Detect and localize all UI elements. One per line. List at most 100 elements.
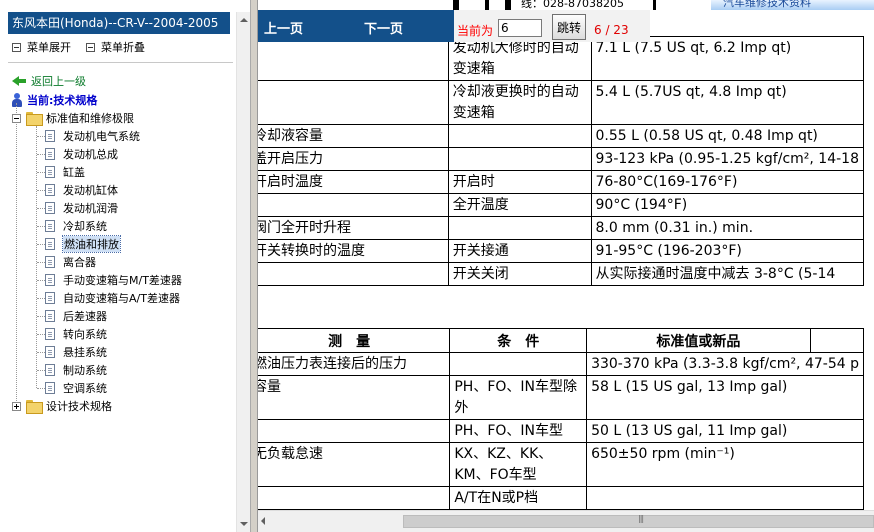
collapse-all-button[interactable]: 菜单折叠	[86, 39, 145, 55]
table-row: 无负载怠速 KX、KZ、KK、KM、FO车型 650±50 rpm (min⁻¹)	[258, 442, 864, 487]
tree-item[interactable]: 发动机电气系统	[45, 128, 140, 144]
tree-item[interactable]: 手动变速箱与M/T差速器	[45, 272, 182, 288]
table-cell: 发动机大修时的自动变速箱	[447, 36, 592, 81]
table-cell: 93-123 kPa (0.95-1.25 kgf/cm², 14-18	[590, 147, 865, 171]
tree-item[interactable]: 空调系统	[45, 380, 107, 396]
tree-line	[37, 280, 45, 281]
expand-all-button[interactable]: 菜单展开	[12, 39, 71, 55]
table-cell: 开启时	[447, 170, 592, 194]
tree-line	[37, 172, 45, 173]
tree-group-label: 标准值和维修极限	[46, 112, 134, 125]
tree-item[interactable]: 发动机缸体	[45, 182, 118, 198]
scroll-down-icon[interactable]	[237, 517, 250, 531]
table-cell: 开关转换时的温度	[258, 239, 449, 263]
table-cell: 阀门全开时升程	[258, 216, 449, 240]
tree-item[interactable]: 制动系统	[45, 362, 107, 378]
table-cell: 58 L (15 US gal, 13 Imp gal)	[586, 375, 864, 420]
back-link[interactable]: 返回上一级	[12, 73, 86, 89]
expand-all-label: 菜单展开	[27, 41, 71, 54]
collapse-all-label: 菜单折叠	[101, 41, 145, 54]
tree-item[interactable]: 后差速器	[45, 308, 107, 324]
back-link-label: 返回上一级	[31, 75, 86, 88]
scroll-up-icon[interactable]	[237, 13, 250, 27]
table-cell	[586, 486, 864, 510]
tree-item-label: 发动机润滑	[63, 202, 118, 215]
frame-splitter[interactable]	[250, 0, 258, 532]
document-icon	[45, 220, 55, 232]
panel-title: 东风本田(Honda)--CR-V--2004-2005	[8, 12, 230, 34]
table-row: 冷却液更换时的自动变速箱 5.4 L (5.7US qt, 4.8 Imp qt)	[258, 80, 865, 125]
table-row: 开关转换时的温度 开关接通 91-95°C (196-203°F)	[258, 239, 865, 263]
tree-line	[37, 334, 45, 335]
tree-item-label: 发动机缸体	[63, 184, 118, 197]
tree-line	[37, 226, 45, 227]
document-icon	[45, 148, 55, 160]
tree-group-standard-values[interactable]: 标准值和维修极限	[26, 110, 134, 126]
tree-item[interactable]: 冷却系统	[45, 218, 107, 234]
tree-item[interactable]: 离合器	[45, 254, 96, 270]
tree-item[interactable]: 发动机总成	[45, 146, 118, 162]
table-cell: 盖开启压力	[258, 147, 449, 171]
table-cell	[258, 193, 449, 217]
current-location-link[interactable]: 当前:技术规格	[12, 92, 97, 108]
table-cell	[447, 147, 592, 171]
page-number-input[interactable]	[498, 19, 542, 37]
table-cell: 全开温度	[447, 193, 592, 217]
table-cell: KX、KZ、KK、KM、FO车型	[449, 442, 588, 487]
tree-line	[37, 388, 45, 389]
prev-page-link[interactable]: 上一页	[264, 18, 303, 37]
tree-item[interactable]: 悬挂系统	[45, 344, 107, 360]
table-cell: 开启时温度	[258, 170, 449, 194]
scroll-left-icon[interactable]	[261, 517, 265, 525]
tree-line	[16, 103, 17, 405]
document-icon	[45, 202, 55, 214]
table-row: 盖开启压力 93-123 kPa (0.95-1.25 kgf/cm², 14-1…	[258, 147, 865, 171]
table-cell: 8.0 mm (0.31 in.) min.	[590, 216, 865, 240]
document-icon	[45, 166, 55, 178]
vertical-scrollbar[interactable]	[236, 12, 250, 532]
page-count: 6 / 23	[594, 23, 629, 37]
tree-item[interactable]: 转向系统	[45, 326, 107, 342]
table-cell: 燃油压力表连接后的压力	[258, 352, 451, 376]
tree-item[interactable]: 发动机润滑	[45, 200, 118, 216]
document-icon	[45, 256, 55, 268]
table-cell: 7.1 L (7.5 US qt, 6.2 Imp qt)	[590, 36, 865, 81]
expand-toggle-icon[interactable]	[12, 402, 21, 411]
grip-icon: |||	[638, 514, 644, 523]
document-icon	[45, 184, 55, 196]
table-cell: 76-80°C(169-176°F)	[590, 170, 865, 194]
table-cell	[258, 262, 449, 286]
document-icon	[45, 130, 55, 142]
tree-item-label: 燃油和排放	[62, 235, 121, 253]
tree-item[interactable]: 缸盖	[45, 164, 85, 180]
tree-item[interactable]: 燃油和排放	[45, 235, 121, 253]
tree-group-design-specs[interactable]: 设计技术规格	[26, 398, 112, 414]
document-icon	[45, 274, 55, 286]
column-header: 测 量	[258, 328, 451, 353]
table-cell: 330-370 kPa (3.3-3.8 kgf/cm², 47-54 p	[586, 352, 864, 376]
next-page-link[interactable]: 下一页	[364, 18, 403, 37]
tree-item-label: 发动机总成	[63, 148, 118, 161]
table-cell: 开关关闭	[447, 262, 592, 286]
table-row: 全开温度 90°C (194°F)	[258, 193, 865, 217]
current-page-label: 当前为	[457, 24, 494, 38]
table-cell: 从实际接通时温度中减去 3-8°C (5-14	[590, 262, 865, 286]
table-row: 燃油压力表连接后的压力 330-370 kPa (3.3-3.8 kgf/cm²,…	[258, 352, 864, 376]
document-icon	[45, 310, 55, 322]
jump-button[interactable]: 跳转	[552, 14, 586, 40]
table-cell	[258, 486, 451, 510]
table-row: 发动机大修时的自动变速箱 7.1 L (7.5 US qt, 6.2 Imp qt…	[258, 36, 865, 81]
tree-item-label: 发动机电气系统	[63, 130, 140, 143]
column-header: 标准值或新品	[586, 328, 811, 353]
collapse-toggle-icon[interactable]	[12, 114, 21, 123]
horizontal-scrollbar[interactable]: |||	[258, 510, 874, 532]
tree-item-label: 转向系统	[63, 328, 107, 341]
user-icon	[12, 93, 22, 107]
tree-item-label: 冷却系统	[63, 220, 107, 233]
tree-line	[36, 126, 37, 388]
table-cell: PH、FO、IN车型	[449, 419, 588, 443]
table-row: 开启时温度 开启时 76-80°C(169-176°F)	[258, 170, 865, 194]
tree-panel: 东风本田(Honda)--CR-V--2004-2005 菜单展开 菜单折叠 返…	[0, 0, 250, 532]
tree-item[interactable]: 自动变速箱与A/T差速器	[45, 290, 180, 306]
table-cell: 冷却液容量	[258, 124, 449, 148]
